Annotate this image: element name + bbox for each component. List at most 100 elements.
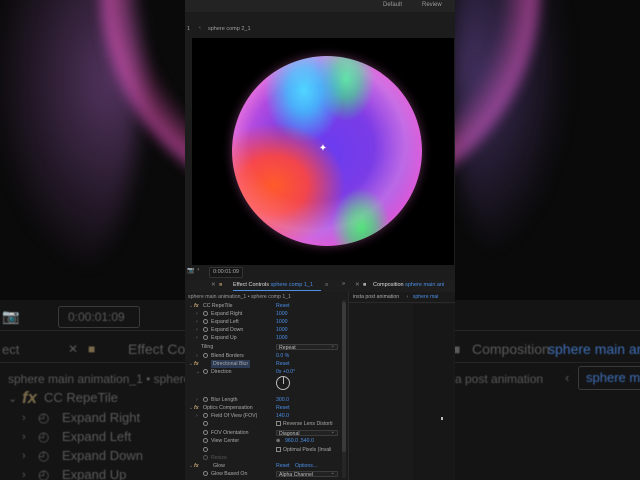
camera-icon[interactable]: 📷 [187, 267, 194, 274]
param-value[interactable]: 1000 [276, 310, 288, 318]
timecode-display[interactable]: 0:00:01:09 [209, 267, 243, 278]
param-label: Expand Down [211, 327, 244, 333]
param-value[interactable]: 140.0 [276, 412, 289, 420]
param-value[interactable]: 1000 [276, 318, 288, 326]
param-value[interactable]: 300.0 [276, 396, 289, 404]
comp-breadcrumb[interactable]: sphere comp 2_1 [208, 26, 251, 32]
param-row[interactable]: FOV Orientation Diagonal [185, 429, 348, 437]
fx-icon[interactable]: fx [194, 404, 199, 412]
stopwatch-icon[interactable] [203, 327, 208, 332]
chevron-down-icon[interactable]: ⌄ [189, 302, 193, 310]
stopwatch-icon[interactable] [203, 397, 208, 402]
effect-name: Optics Compensation [203, 405, 253, 411]
crosshair-icon[interactable]: ⊕ [276, 437, 280, 445]
effect-row-optics-compensation[interactable]: ⌄ fx Optics Compensation Reset [185, 404, 348, 412]
stopwatch-icon[interactable] [203, 447, 208, 452]
comp-sub-left[interactable]: insta post animation [353, 294, 399, 300]
fx-icon[interactable]: fx [194, 462, 199, 470]
param-row[interactable]: Reverse Lens Distorti [185, 420, 348, 428]
param-value[interactable]: 1000 [276, 326, 288, 334]
chevron-right-icon[interactable]: › [196, 326, 198, 334]
anchor-point-icon[interactable]: ✦ [318, 144, 328, 154]
param-row[interactable]: Glow Based On Alpha Channel [185, 470, 348, 478]
chevron-down-icon[interactable]: ⌄ [189, 360, 193, 368]
stopwatch-icon[interactable] [203, 421, 208, 426]
stopwatch-icon[interactable] [203, 369, 208, 374]
composition-viewer[interactable]: ✦ [192, 38, 454, 265]
direction-dial[interactable] [276, 376, 290, 390]
param-row[interactable]: › Blur Length 300.0 [185, 396, 348, 404]
fov-orientation-dropdown[interactable]: Diagonal [276, 429, 338, 437]
workspace-default[interactable]: Default [383, 2, 402, 8]
stopwatch-icon[interactable] [203, 438, 208, 443]
stopwatch-icon[interactable] [203, 430, 208, 435]
effect-row-cc-repetile[interactable]: ⌄ fx CC RepeTile Reset [185, 302, 348, 310]
chevron-right-icon[interactable]: › [196, 334, 198, 342]
workspace-review[interactable]: Review [422, 2, 442, 8]
glow-based-on-dropdown[interactable]: Alpha Channel [276, 470, 338, 478]
expand-panels-icon[interactable]: » [342, 281, 345, 287]
stopwatch-icon[interactable] [203, 311, 208, 316]
param-row[interactable]: › Blend Borders 0.0 % [185, 352, 348, 360]
comp-viewer-area[interactable] [413, 304, 453, 480]
options-link[interactable]: Options... [295, 462, 317, 470]
param-row[interactable]: › Expand Left 1000 [185, 318, 348, 326]
param-value[interactable]: 0.0 % [276, 352, 289, 360]
tiling-dropdown[interactable]: Repeat [276, 343, 338, 351]
scrollbar[interactable] [342, 300, 346, 478]
param-row[interactable]: Tiling Repeat [185, 343, 348, 351]
reset-link[interactable]: Reset [276, 404, 290, 412]
effect-row-directional-blur[interactable]: ⌄ fx Directional Blur Reset [185, 360, 348, 368]
param-row[interactable]: › Expand Right 1000 [185, 310, 348, 318]
tab-composition-label: Composition [373, 282, 404, 288]
comp-sub-right[interactable]: sphere mai [413, 294, 439, 300]
tab-composition[interactable]: Composition sphere main ani [373, 282, 444, 288]
param-row[interactable]: Optimal Pixels (Invali [185, 446, 348, 454]
param-value[interactable]: 0x +0.0° [276, 368, 295, 376]
chevron-down-icon[interactable]: ⌄ [189, 462, 193, 470]
effect-name: CC RepeTile [203, 303, 233, 309]
stopwatch-icon[interactable] [203, 353, 208, 358]
chevron-down-icon[interactable]: ⌄ [189, 404, 193, 412]
param-row[interactable]: › Expand Down 1000 [185, 326, 348, 334]
stopwatch-icon[interactable] [203, 471, 208, 476]
reset-link[interactable]: Reset [276, 302, 290, 310]
param-row[interactable]: View Center ⊕ 960.0 ,540.0 [185, 437, 348, 445]
param-label: Tiling [201, 344, 214, 350]
chevron-right-icon[interactable]: › [196, 396, 198, 404]
fx-icon[interactable]: fx [194, 302, 199, 310]
chevron-down-icon[interactable]: ⌄ [196, 368, 200, 376]
optimal-pixels-checkbox[interactable] [276, 447, 281, 452]
chevron-left-icon[interactable]: ‹ [199, 25, 201, 31]
param-value[interactable]: 1000 [276, 334, 288, 342]
param-value[interactable]: 960.0 ,540.0 [285, 437, 314, 445]
param-row[interactable]: ⌄ Direction 0x +0.0° [185, 368, 348, 376]
stopwatch-icon[interactable] [203, 413, 208, 418]
chevron-right-icon[interactable]: › [196, 310, 198, 318]
effect-row-glow[interactable]: ⌄ fx Glow Reset Options... [185, 462, 348, 470]
effect-controls-icon: ■ [219, 282, 223, 288]
reverse-lens-checkbox[interactable] [276, 421, 281, 426]
chevron-right-icon[interactable]: › [196, 318, 198, 326]
reset-link[interactable]: Reset [276, 360, 290, 368]
param-row[interactable]: › Field Of View (FOV) 140.0 [185, 412, 348, 420]
param-label: Expand Up [211, 335, 237, 341]
menu-icon[interactable]: ≡ [325, 282, 328, 288]
reset-link[interactable]: Reset [276, 462, 290, 470]
tab-composition-name: sphere main ani [405, 282, 445, 288]
scrollbar-thumb[interactable] [342, 302, 346, 452]
param-row[interactable]: › Expand Up 1000 [185, 334, 348, 342]
stopwatch-icon[interactable] [203, 319, 208, 324]
close-icon[interactable]: ✕ [211, 282, 216, 288]
tab-effect-controls[interactable]: Effect Controls sphere comp 1_1 [233, 282, 313, 288]
color-picker-icon[interactable]: ◐ [197, 267, 201, 273]
effect-name: Glow [213, 463, 225, 469]
bg-glow-right [450, 0, 570, 260]
fx-icon[interactable]: fx [194, 360, 199, 368]
chevron-left-icon[interactable]: ‹ [407, 294, 409, 300]
chevron-right-icon[interactable]: › [196, 412, 198, 420]
chevron-right-icon[interactable]: › [196, 352, 198, 360]
stopwatch-icon[interactable] [203, 335, 208, 340]
bg-sub-right: sphere m [586, 370, 640, 385]
close-icon[interactable]: ✕ [355, 282, 360, 288]
